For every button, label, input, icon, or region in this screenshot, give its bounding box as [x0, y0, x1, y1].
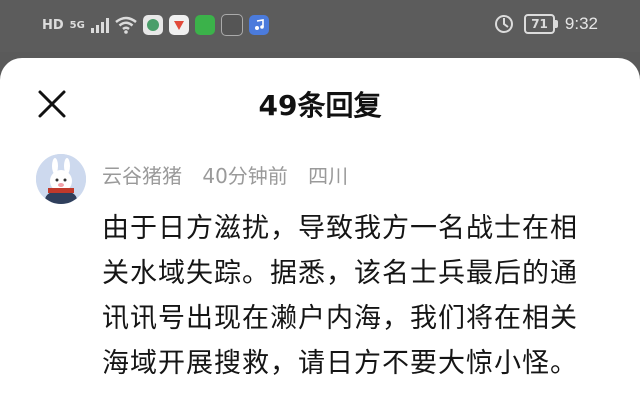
clock: 9:32 — [564, 14, 598, 33]
vibrate-icon — [495, 15, 514, 33]
status-bar: HD 5G 71 9:32 — [0, 0, 640, 52]
replies-sheet: 49条回复 云谷猪猪 40分钟前 四川 由于日方滋扰，导致我方一名战士在相关水域… — [0, 58, 640, 418]
hd-indicator: HD — [42, 17, 64, 33]
avatar[interactable] — [36, 154, 86, 204]
comment-time: 40分钟前 — [202, 164, 288, 188]
network-5g-indicator: 5G — [69, 19, 85, 31]
wifi-icon — [115, 16, 137, 34]
status-right: 71 9:32 — [494, 14, 598, 34]
app-icon — [142, 15, 163, 35]
app-icon — [194, 15, 215, 35]
page-title: 49条回复 — [258, 89, 382, 122]
comment-text[interactable]: 由于日方滋扰，导致我方一名战士在相关水域失踪。据悉，该名士兵最后的通讯讯号出现在… — [102, 206, 592, 386]
app-icon — [220, 14, 243, 36]
battery-indicator: 71 — [524, 14, 558, 34]
status-left: HD 5G — [42, 14, 269, 36]
comment-location: 四川 — [308, 164, 349, 188]
comment-meta: 云谷猪猪 40分钟前 四川 — [102, 160, 362, 189]
app-icon — [248, 15, 269, 35]
app-icon — [168, 15, 189, 35]
author-name[interactable]: 云谷猪猪 — [102, 164, 182, 188]
sheet-header: 49条回复 — [0, 58, 640, 148]
signal-icon — [90, 17, 109, 33]
